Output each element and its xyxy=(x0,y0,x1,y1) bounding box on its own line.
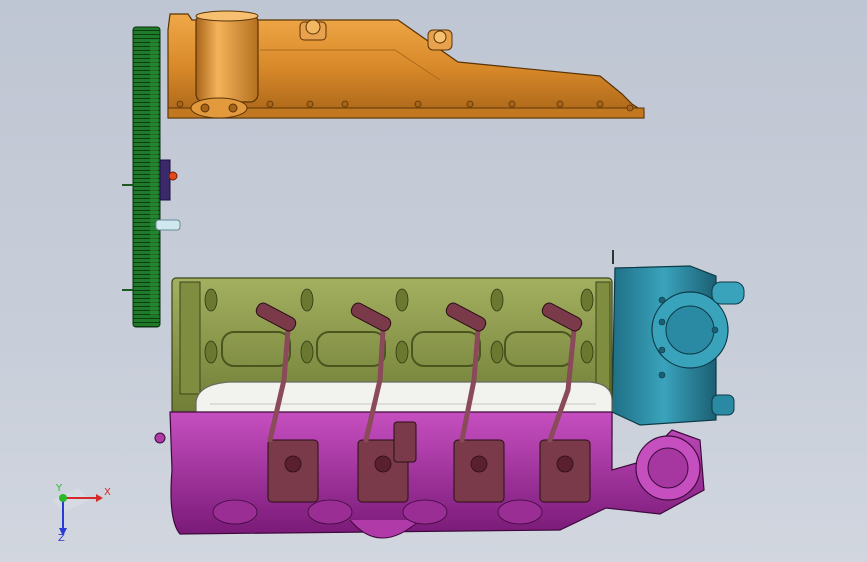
y-axis-label: Y xyxy=(56,483,63,494)
cad-viewport[interactable]: X Y Z xyxy=(0,0,867,562)
intake-manifold[interactable] xyxy=(154,411,705,539)
engine-3d-model[interactable] xyxy=(0,0,867,562)
axis-triad xyxy=(52,488,103,536)
x-axis-label: X xyxy=(104,487,111,498)
oil-pan[interactable] xyxy=(167,10,645,119)
y-axis-origin-icon xyxy=(59,494,67,502)
front-accessory[interactable] xyxy=(611,250,745,426)
x-axis-arrow-icon xyxy=(96,494,103,502)
z-axis-label: Z xyxy=(58,533,65,544)
